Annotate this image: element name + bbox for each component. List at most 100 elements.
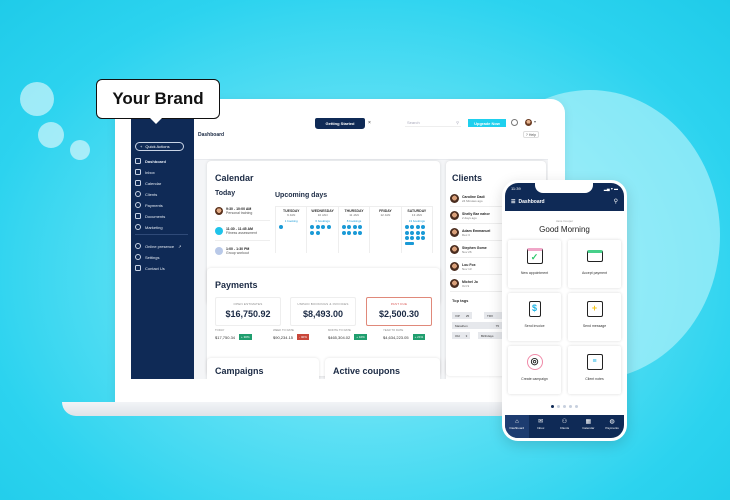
tile-send-invoice[interactable]: $ Send invoice <box>508 293 561 341</box>
tile-create-campaign[interactable]: ◎ Create campaign <box>508 346 561 394</box>
booking-dot[interactable] <box>415 230 420 235</box>
tag-chip[interactable]: TRX <box>484 312 502 319</box>
chevron-down-icon[interactable]: ▾ <box>534 119 536 124</box>
tag-chip[interactable]: Birthdays <box>478 332 503 339</box>
avatar <box>450 194 459 203</box>
day-column[interactable]: WEDNESDAY 10 JAN 6 bookings <box>307 206 339 253</box>
invoice-icon: $ <box>528 301 541 317</box>
tab-inbox[interactable]: ✉ Inbox <box>529 415 553 438</box>
page-dot[interactable] <box>557 405 560 408</box>
calendar-check-icon: ✓ <box>526 248 543 264</box>
booking-dot[interactable] <box>352 230 357 235</box>
booking-dot[interactable] <box>404 230 409 235</box>
booking-dot[interactable] <box>421 225 426 229</box>
booking-dot[interactable] <box>415 225 420 229</box>
page-dot[interactable] <box>575 405 578 408</box>
booking-dot[interactable] <box>421 236 426 240</box>
coupons-card[interactable]: Active coupons <box>325 358 440 379</box>
open-estimates-box[interactable]: OPEN ESTIMATES $16,750.92 <box>215 297 281 326</box>
booking-dot[interactable] <box>410 230 415 235</box>
search-icon[interactable]: ⚲ <box>614 198 618 205</box>
sidebar-item-online-presence[interactable]: Online presence ↗ <box>135 243 182 249</box>
booking-dot[interactable] <box>347 230 352 235</box>
booking-dot[interactable] <box>326 225 331 229</box>
sidebar-item-dashboard[interactable]: Dashboard <box>135 158 166 164</box>
sidebar-item-inbox[interactable]: Inbox <box>135 169 155 175</box>
booking-dot[interactable] <box>341 230 346 235</box>
appointment-item[interactable]: 1:00 - 1:30 PM Group workout <box>215 241 270 261</box>
menu-icon[interactable]: ☰ <box>511 199 515 205</box>
booking-dot[interactable] <box>410 225 415 229</box>
sidebar-item-settings[interactable]: Settings <box>135 254 159 260</box>
day-column[interactable]: SATURDAY 13 JAN 13 bookings <box>401 206 434 253</box>
booking-dot[interactable] <box>279 225 283 229</box>
more-bookings-indicator[interactable] <box>404 241 414 245</box>
booking-dot[interactable] <box>415 236 420 240</box>
tab-calendar[interactable]: ▦ Calendar <box>576 415 600 438</box>
stat-week: WEEK TO DATE $90,234.15- 40% <box>273 328 309 340</box>
decor-bubble <box>20 82 54 116</box>
upgrade-button[interactable]: Upgrade Now <box>468 119 506 127</box>
sidebar-item-payments[interactable]: Payments <box>135 202 163 208</box>
appointment-item[interactable]: 9:30 - 10:00 AM Personal training <box>215 201 270 221</box>
sidebar-item-clients[interactable]: Clients <box>135 191 157 197</box>
user-avatar[interactable] <box>525 119 532 126</box>
booking-dot[interactable] <box>310 230 315 235</box>
credit-card-icon <box>586 250 603 262</box>
booking-dot[interactable] <box>358 230 363 235</box>
tag-chip[interactable]: Marathon 75 <box>452 322 502 329</box>
page-dot[interactable] <box>551 405 554 408</box>
getting-started-tab[interactable]: Getting Started <box>315 118 365 129</box>
top-bar: Getting Started × Search ⚲ Upgrade Now ▾ … <box>194 114 548 160</box>
avatar <box>215 226 223 235</box>
booking-dot[interactable] <box>404 225 409 229</box>
campaigns-card[interactable]: Campaigns <box>207 358 319 379</box>
booking-dot[interactable] <box>321 225 326 229</box>
search-input[interactable]: Search ⚲ <box>405 119 461 127</box>
change-badge: + 21% <box>412 334 426 340</box>
help-button[interactable]: ? Help <box>523 131 539 138</box>
tab-clients[interactable]: ⚇ Clients <box>553 415 577 438</box>
booking-dot[interactable] <box>341 225 346 229</box>
appointment-item[interactable]: 11:30 - 11:45 AM Fitness assessment <box>215 221 270 241</box>
settings-icon[interactable] <box>511 119 518 126</box>
booking-dot[interactable] <box>404 236 409 240</box>
past-due-box[interactable]: PAST DUE $2,500.30 <box>366 297 432 326</box>
tile-new-appointment[interactable]: ✓ New appointment <box>508 240 561 288</box>
avatar <box>450 228 459 237</box>
today-heading: Today <box>215 190 236 197</box>
page-dot[interactable] <box>563 405 566 408</box>
decor-bubble <box>70 140 90 160</box>
booking-dot[interactable] <box>358 225 363 229</box>
tab-payments[interactable]: ◍ Payments <box>600 415 624 438</box>
quick-actions-button[interactable]: + Quick Actions <box>135 142 184 151</box>
page-dot[interactable] <box>569 405 572 408</box>
sidebar-item-documents[interactable]: Documents <box>135 213 165 219</box>
day-column[interactable]: FRIDAY 12 JAN <box>370 206 402 253</box>
tag-chip[interactable]: Old 3 <box>452 332 471 339</box>
sidebar-item-marketing[interactable]: Marketing <box>135 224 163 230</box>
booking-dot[interactable] <box>421 230 426 235</box>
unpaid-box[interactable]: UNPAID BOOKINGS & INVOICES $8,493.00 <box>290 297 356 326</box>
avatar <box>215 247 223 255</box>
avatar <box>450 262 459 271</box>
close-icon[interactable]: × <box>368 120 371 126</box>
day-column[interactable]: THURSDAY 11 JAN 8 bookings <box>338 206 371 253</box>
booking-dot[interactable] <box>347 225 352 229</box>
tag-chip[interactable]: VIP 25 <box>452 312 473 319</box>
page-title: Dashboard <box>198 132 225 138</box>
booking-dot[interactable] <box>310 225 315 229</box>
page-indicator[interactable] <box>505 405 624 408</box>
booking-dot[interactable] <box>410 236 415 240</box>
sidebar-item-calendar[interactable]: Calendar <box>135 180 161 186</box>
day-column[interactable]: TUESDAY 9 JAN 1 booking <box>275 206 308 253</box>
tile-send-message[interactable]: + Send message <box>568 293 621 341</box>
booking-dot[interactable] <box>315 225 320 229</box>
clients-icon <box>135 191 141 197</box>
sidebar-item-contact-us[interactable]: Contact Us <box>135 265 165 271</box>
tile-client-notes[interactable]: ≡ Client notes <box>568 346 621 394</box>
booking-dot[interactable] <box>315 230 320 235</box>
booking-dot[interactable] <box>352 225 357 229</box>
tab-dashboard[interactable]: ⌂ Dashboard <box>505 415 529 438</box>
tile-accept-payment[interactable]: Accept payment <box>568 240 621 288</box>
